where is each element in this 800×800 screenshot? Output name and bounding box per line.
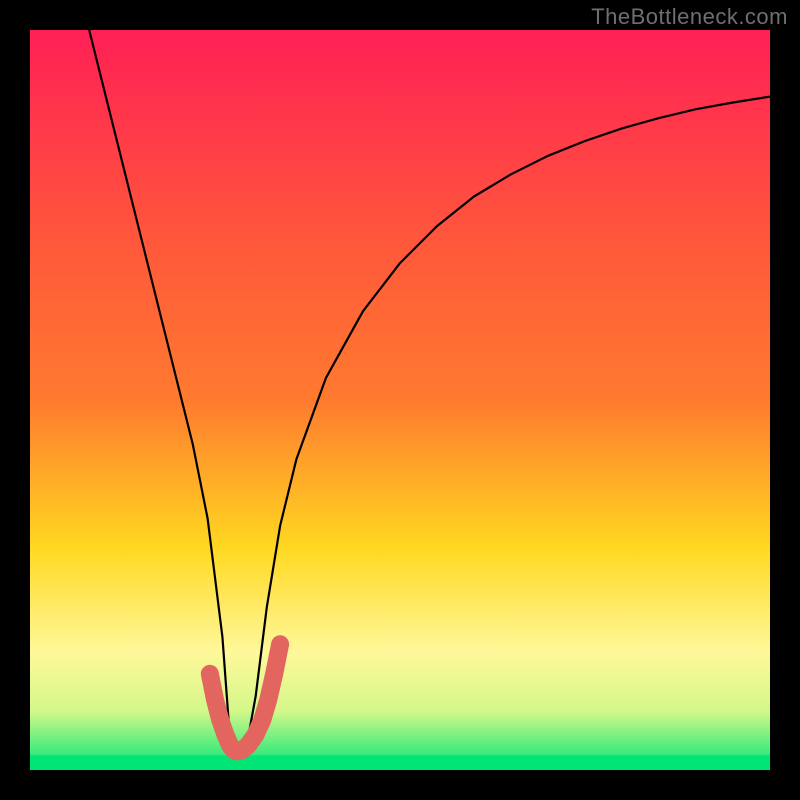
bottleneck-chart — [0, 0, 800, 800]
watermark: TheBottleneck.com — [591, 4, 788, 30]
chart-frame: TheBottleneck.com — [0, 0, 800, 800]
